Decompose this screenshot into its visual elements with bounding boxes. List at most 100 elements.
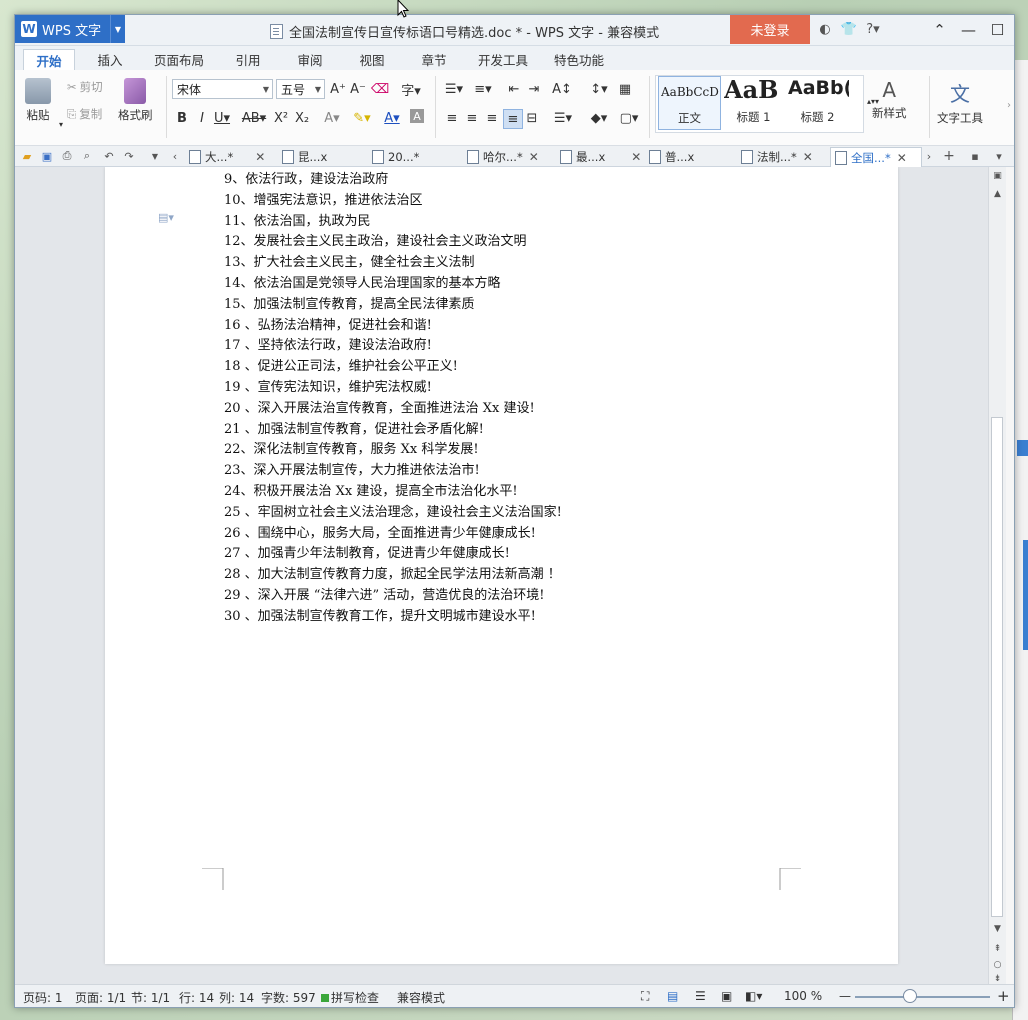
document-line[interactable]: 28 、加大法制宣传教育力度，掀起全民学法用法新高潮 ！ [224, 565, 562, 586]
close-tab-icon[interactable]: ✕ [803, 150, 813, 164]
document-line[interactable]: 27 、加强青少年法制教育，促进青少年健康成长! [224, 544, 562, 565]
new-tab-icon[interactable]: + [941, 148, 957, 164]
document-line[interactable]: 23、深入开展法制宣传，大力推进依法治市! [224, 461, 562, 482]
document-line[interactable]: 25 、牢固树立社会主义法治理念，建设社会主义法治国家! [224, 503, 562, 524]
document-line[interactable]: 26 、围绕中心，服务大局，全面推进青少年健康成长! [224, 524, 562, 545]
font-name-select[interactable]: 宋体 ▼ [172, 79, 273, 99]
style-heading-2[interactable]: AaBb( 标题 2 [786, 76, 849, 130]
tabs-prev-icon[interactable]: ‹ [167, 148, 183, 164]
document-line[interactable]: 16 、弘扬法治精神，促进社会和谐! [224, 316, 562, 337]
document-line[interactable]: 14、依法治国是党领导人民治理国家的基本方略 [224, 274, 562, 295]
paste-button[interactable]: 粘贴 [25, 78, 51, 123]
doc-tab[interactable]: 哈尔...* ✕ [467, 147, 539, 166]
web-view-icon[interactable]: ◧▾ [745, 989, 762, 1003]
open-folder-icon[interactable]: ▰ [19, 148, 35, 164]
login-button[interactable]: 未登录 [730, 15, 810, 44]
document-line[interactable]: 19 、宣传宪法知识，维护宪法权威! [224, 378, 562, 399]
phonetic-guide-icon[interactable]: 字▾ [396, 80, 426, 99]
document-line[interactable]: 29 、深入开展 “法律六进” 活动，营造优良的法治环境! [224, 586, 562, 607]
vertical-scrollbar[interactable]: ▣ ▲ ▼ ⇞ ○ ⇟ [988, 167, 1006, 984]
spell-check-toggle[interactable]: 拼写检查 [321, 989, 379, 1006]
shading-fill-icon[interactable]: ◆▾ [586, 109, 612, 127]
doc-tab[interactable]: 大...* ✕ [189, 147, 265, 166]
save-icon[interactable]: ▣ [39, 148, 55, 164]
collapse-ribbon-icon[interactable]: ⌃ [925, 15, 954, 44]
tab-section[interactable]: 章节 [409, 49, 459, 70]
minimize-icon[interactable]: — [954, 15, 983, 44]
tab-insert[interactable]: 插入 [85, 49, 135, 70]
sort-icon[interactable]: ↕▾ [587, 80, 611, 98]
tab-list-icon[interactable]: ▪ [967, 148, 983, 164]
tab-view[interactable]: 视图 [347, 49, 397, 70]
line-spacing-icon[interactable]: ☰▾ [550, 109, 576, 127]
strikethrough-icon[interactable]: AB▾ [241, 109, 267, 127]
document-line[interactable]: 9、依法行政，建设法治政府 [224, 170, 562, 191]
numbered-list-icon[interactable]: ≡▾ [471, 80, 495, 98]
undo-icon[interactable]: ↶ [101, 148, 117, 164]
table-grid-icon[interactable]: ▦ [616, 80, 634, 98]
document-line[interactable]: 17 、坚持依法行政，建设法治政府! [224, 336, 562, 357]
paragraph-marker-icon[interactable]: ▤▾ [158, 211, 174, 224]
status-word-count[interactable]: 字数: 597 [261, 989, 316, 1006]
zoom-slider-track[interactable] [855, 996, 990, 998]
clear-format-icon[interactable]: ⌫ [371, 80, 389, 98]
font-size-select[interactable]: 五号 ▼ [276, 79, 325, 99]
style-heading-1[interactable]: AaB 标题 1 [722, 75, 785, 130]
close-tab-icon[interactable]: ✕ [897, 151, 907, 165]
align-left-icon[interactable]: ≡ [443, 109, 461, 127]
document-body[interactable]: 9、依法行政，建设法治政府 10、增强宪法意识，推进依法治区 11、依法治国，执政为… [224, 170, 562, 628]
doc-tab-active[interactable]: 全国...* ✕ [830, 147, 922, 167]
bullet-list-icon[interactable]: ☰▾ [442, 80, 466, 98]
doc-tab[interactable]: 昆...x [282, 147, 327, 166]
format-painter-button[interactable]: 格式刷 [118, 78, 153, 123]
document-line[interactable]: 20 、深入开展法治宣传教育，全面推进法治 Xx 建设! [224, 399, 562, 420]
print-preview-icon[interactable]: ⌕ [79, 148, 95, 164]
tab-review[interactable]: 审阅 [285, 49, 335, 70]
doc-tab[interactable]: 普...x [649, 147, 694, 166]
zoom-out-icon[interactable]: — [839, 989, 851, 1003]
scroll-down-icon[interactable]: ▼ [989, 922, 1006, 936]
split-view-icon[interactable]: ▣ [989, 169, 1006, 183]
document-line[interactable]: 22、深化法制宣传教育，服务 Xx 科学发展! [224, 440, 562, 461]
chevron-down-icon[interactable]: ▼ [110, 15, 125, 43]
grow-font-icon[interactable]: A⁺ [329, 80, 347, 98]
doc-tab[interactable]: 法制...* ✕ [741, 147, 813, 166]
copy-button[interactable]: ⎘ 复制 [67, 106, 102, 122]
app-menu-button[interactable]: W WPS 文字 ▼ [15, 15, 125, 43]
full-screen-icon[interactable]: ⛶ [641, 989, 649, 1004]
border-icon[interactable]: ▢▾ [616, 109, 642, 127]
highlight-icon[interactable]: ✎▾ [349, 109, 375, 127]
document-line[interactable]: 18 、促进公正司法，维护社会公平正义! [224, 357, 562, 378]
print-icon[interactable]: ⎙ [59, 148, 75, 164]
tabs-next-icon[interactable]: › [921, 148, 937, 164]
select-browse-icon[interactable]: ○ [989, 958, 1006, 972]
help-icon[interactable]: ?▾ [863, 19, 883, 39]
document-line[interactable]: 13、扩大社会主义民主，健全社会主义法制 [224, 253, 562, 274]
close-icon[interactable]: ✕ [1012, 15, 1014, 44]
close-tab-icon[interactable]: ✕ [631, 150, 641, 164]
doc-tab[interactable]: 20...* [372, 147, 419, 166]
style-normal[interactable]: AaBbCcD 正文 [658, 76, 721, 130]
prev-page-icon[interactable]: ⇞ [989, 942, 1006, 956]
document-page[interactable]: ▤▾ 9、依法行政，建设法治政府 10、增强宪法意识，推进依法治区 11、依法治国，… [105, 167, 898, 964]
scroll-thumb[interactable] [991, 417, 1003, 917]
tab-home[interactable]: 开始 [23, 49, 75, 72]
document-line[interactable]: 11、依法治国，执政为民 [224, 212, 562, 233]
document-line[interactable]: 12、发展社会主义民主政治，建设社会主义政治文明 [224, 232, 562, 253]
align-center-icon[interactable]: ≡ [463, 109, 481, 127]
skin-icon[interactable]: 👕 [839, 19, 859, 39]
align-right-icon[interactable]: ≡ [483, 109, 501, 127]
feedback-icon[interactable]: ◐ [815, 19, 835, 39]
superscript-icon[interactable]: X² [272, 109, 290, 127]
document-line[interactable]: 15、加强法制宣传教育，提高全民法律素质 [224, 295, 562, 316]
italic-icon[interactable]: I [193, 109, 211, 127]
char-shading-icon[interactable]: A [410, 109, 424, 123]
tab-page-layout[interactable]: 页面布局 [147, 49, 211, 70]
new-style-button[interactable]: A 新样式 [872, 78, 907, 121]
shrink-font-icon[interactable]: A⁻ [349, 80, 367, 98]
document-line[interactable]: 21 、加强法制宣传教育，促进社会矛盾化解! [224, 420, 562, 441]
increase-indent-icon[interactable]: ⇥ [525, 80, 543, 98]
doc-tab[interactable]: 最...x ✕ [560, 147, 641, 166]
zoom-in-icon[interactable]: + [997, 987, 1010, 1005]
outline-view-icon[interactable]: ☰ [695, 989, 706, 1003]
